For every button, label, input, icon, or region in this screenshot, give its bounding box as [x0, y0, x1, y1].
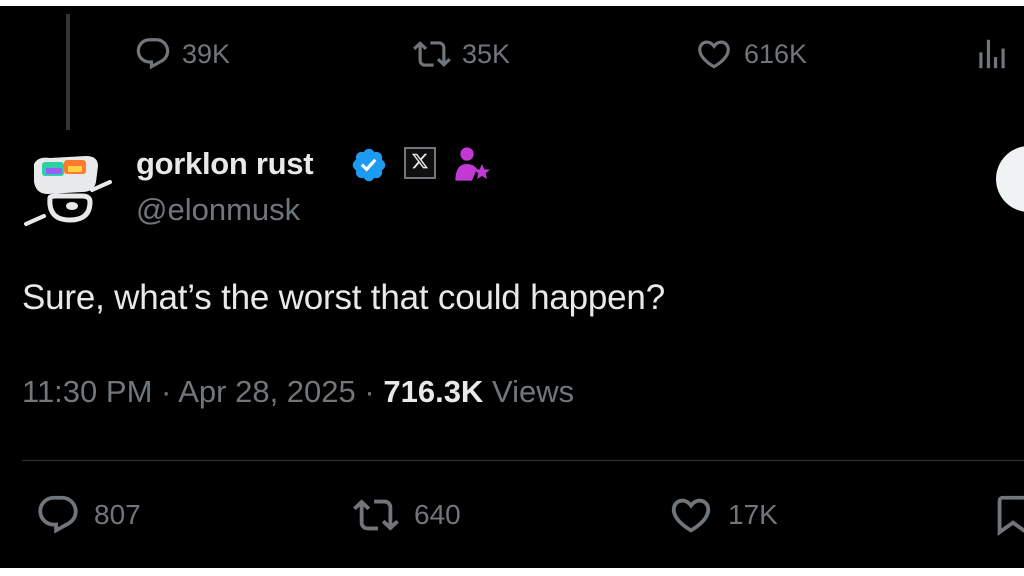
follow-button[interactable]: [996, 146, 1024, 212]
tweet-view: 39K 35K 616K gorklon rust @elonmusk Sure…: [0, 6, 1024, 568]
analytics-icon: [972, 35, 1012, 73]
x-logo-icon: [411, 152, 429, 175]
meta-separator: ·: [364, 374, 375, 409]
repost-count: 640: [414, 499, 461, 530]
reply-button[interactable]: 807: [34, 492, 141, 538]
thread-connector-line: [66, 14, 70, 130]
repost-icon: [412, 35, 452, 73]
parent-repost-count: 35K: [462, 38, 511, 69]
meta-separator: ·: [161, 374, 172, 409]
views-count: 716.3K: [383, 374, 484, 409]
heart-icon: [694, 35, 734, 73]
repost-icon: [350, 492, 402, 538]
reply-icon: [134, 35, 172, 73]
verified-badge-icon[interactable]: [350, 146, 388, 184]
like-count: 17K: [728, 499, 778, 530]
author-display-name[interactable]: gorklon rust: [136, 146, 314, 182]
tweet-date[interactable]: Apr 28, 2025: [178, 374, 356, 409]
heart-icon: [666, 492, 716, 538]
views-label: Views: [491, 374, 575, 409]
avatar[interactable]: [20, 142, 116, 238]
parent-like-button[interactable]: 616K: [694, 34, 807, 74]
tweet-text: Sure, what’s the worst that could happen…: [22, 278, 665, 317]
tweet-time[interactable]: 11:30 PM: [22, 374, 152, 409]
bookmark-button[interactable]: [990, 492, 1024, 538]
reply-icon: [34, 492, 82, 538]
repost-button[interactable]: 640: [350, 492, 461, 538]
person-star-icon: [452, 144, 492, 184]
parent-reply-button[interactable]: 39K: [134, 34, 230, 74]
parent-reply-count: 39K: [182, 38, 231, 69]
tweet-meta: 11:30 PM · Apr 28, 2025 · 716.3K Views: [22, 374, 574, 410]
divider: [22, 460, 1024, 461]
author-handle[interactable]: @elonmusk: [136, 192, 300, 228]
bookmark-icon: [990, 492, 1024, 538]
affiliate-badge[interactable]: [404, 147, 436, 179]
parent-views-button[interactable]: [972, 34, 1012, 74]
reply-count: 807: [94, 499, 141, 530]
like-button[interactable]: 17K: [666, 492, 778, 538]
parent-like-count: 616K: [744, 38, 808, 69]
parent-repost-button[interactable]: 35K: [412, 34, 510, 74]
